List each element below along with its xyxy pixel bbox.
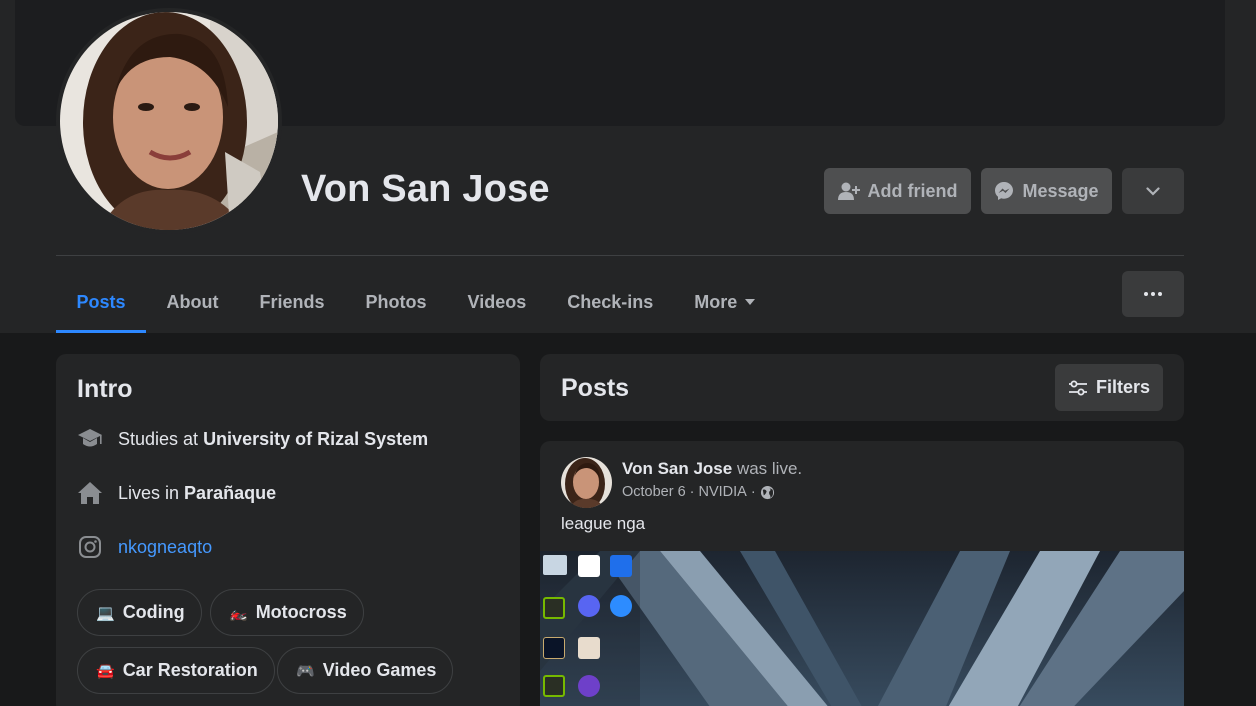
post-author-line: Von San Jose was live. [622, 459, 802, 479]
post-date[interactable]: October 6 [622, 484, 686, 500]
geforce-experience-icon[interactable] [543, 597, 565, 619]
tab-videos[interactable]: Videos [447, 271, 547, 333]
tab-photos[interactable]: Photos [345, 271, 447, 333]
nvidia-icon[interactable] [543, 675, 565, 697]
header-divider [56, 255, 1184, 256]
tab-friends[interactable]: Friends [239, 271, 345, 333]
studies-school-link[interactable]: University of Rizal System [203, 429, 428, 450]
league-of-legends-icon[interactable] [543, 637, 565, 659]
recycle-bin-icon[interactable] [543, 555, 567, 575]
home-icon [77, 480, 103, 506]
hobby-chip-coding[interactable]: 💻 Coding [77, 589, 202, 636]
hobby-chip-video-games[interactable]: 🎮 Video Games [277, 647, 454, 694]
intro-instagram: nkogneaqto [77, 534, 212, 560]
genshin-impact-icon[interactable] [578, 637, 600, 659]
lives-place-link[interactable]: Parañaque [184, 483, 276, 504]
message-button[interactable]: Message [981, 168, 1112, 214]
post-app: NVIDIA [698, 484, 747, 500]
messenger-icon [995, 182, 1014, 200]
intro-studies: Studies at University of Rizal System [77, 426, 428, 452]
post-author-name[interactable]: Von San Jose [622, 459, 732, 478]
add-friend-label: Add friend [867, 180, 958, 201]
profile-name: Von San Jose [301, 168, 550, 210]
globe-icon[interactable] [760, 485, 775, 500]
posts-title: Posts [561, 374, 630, 402]
github-icon[interactable] [578, 675, 600, 697]
hobby-label: Car Restoration [122, 660, 258, 680]
ellipsis-icon [1144, 292, 1148, 296]
posts-header-card: Posts Filters [540, 354, 1184, 421]
profile-picture[interactable] [56, 8, 282, 234]
intro-lives: Lives in Parañaque [77, 480, 276, 506]
live-video-thumbnail[interactable] [540, 551, 1184, 706]
chevron-down-icon [1146, 186, 1160, 196]
desktop-icons [540, 551, 640, 706]
filters-icon [1068, 380, 1087, 395]
motorcycle-icon: 🏍️ [229, 604, 248, 622]
post-meta: October 6 · NVIDIA · [622, 484, 775, 500]
filters-label: Filters [1095, 377, 1151, 397]
hobby-label: Motocross [255, 602, 347, 622]
post-card: Von San Jose was live. October 6 · NVIDI… [540, 441, 1184, 706]
studies-prefix: Studies at [118, 428, 204, 449]
discord-icon[interactable] [578, 595, 600, 617]
intro-title: Intro [77, 375, 133, 403]
post-action: was live. [732, 459, 803, 478]
zoom-icon[interactable] [610, 595, 632, 617]
hobby-chip-car-restoration[interactable]: 🚘 Car Restoration [77, 647, 275, 694]
tab-check-ins[interactable]: Check-ins [547, 271, 674, 333]
car-icon: 🚘 [96, 662, 115, 680]
tab-more-label: More [694, 291, 738, 312]
caret-down-icon [745, 299, 756, 305]
post-author-avatar[interactable] [561, 457, 612, 508]
profile-more-button[interactable] [1122, 271, 1184, 317]
lives-prefix: Lives in [118, 482, 185, 503]
game-controller-icon: 🎮 [296, 662, 315, 680]
tab-posts[interactable]: Posts [56, 271, 147, 333]
intro-card: Intro Studies at University of Rizal Sys… [56, 354, 520, 706]
capcut-icon[interactable] [578, 555, 600, 577]
more-options-dropdown[interactable] [1122, 168, 1184, 214]
hobby-chip-motocross[interactable]: 🏍️ Motocross [210, 589, 364, 636]
profile-tabs: Posts About Friends Photos Videos Check-… [56, 271, 776, 333]
hobby-label: Coding [122, 602, 185, 622]
wallpaper-engine-icon[interactable] [610, 555, 632, 577]
laptop-icon: 💻 [96, 604, 115, 622]
avatar-image [60, 12, 278, 230]
add-friend-button[interactable]: Add friend [824, 168, 971, 214]
add-friend-icon [837, 182, 860, 200]
graduation-cap-icon [77, 426, 103, 452]
filters-button[interactable]: Filters [1055, 364, 1163, 411]
message-label: Message [1022, 180, 1099, 201]
tab-more[interactable]: More [674, 271, 776, 333]
hobby-label: Video Games [322, 660, 437, 680]
post-text: league nga [561, 514, 646, 533]
tab-about[interactable]: About [146, 271, 239, 333]
instagram-link[interactable]: nkogneaqto [118, 537, 212, 558]
instagram-icon [77, 534, 103, 560]
